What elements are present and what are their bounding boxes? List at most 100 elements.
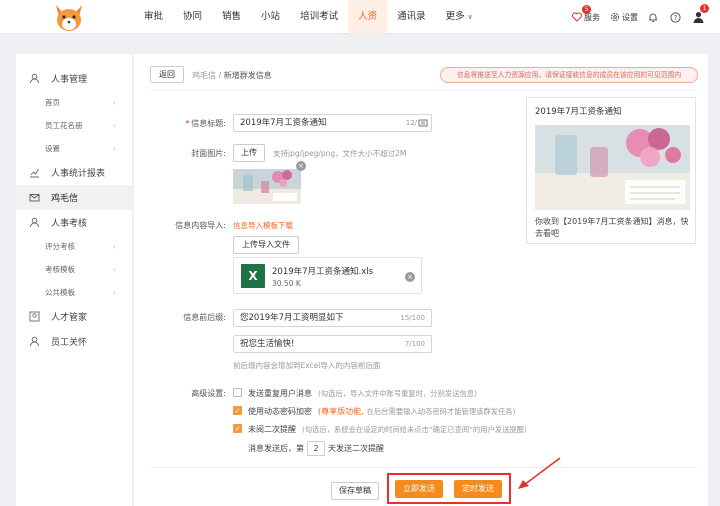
person-icon xyxy=(29,217,46,228)
schedule-send-button[interactable]: 定时发送 xyxy=(454,480,502,498)
preview-card: 2019年7月工资条通知 你收到【2019年7月工资条通知】消息，快去看吧 xyxy=(526,97,696,244)
nav-item[interactable]: 培训考试 xyxy=(290,0,348,34)
top-navbar: 审批 协同 销售 小站 培训考试 人资 通讯录 更多 ∨ 服务 5 设置 ? 1 xyxy=(0,0,720,34)
settings-button[interactable]: 设置 xyxy=(610,12,638,23)
title-label-text: 信息标题: xyxy=(191,119,226,128)
chevron-down-icon: ∨ xyxy=(467,13,473,21)
notification-button[interactable] xyxy=(648,12,660,23)
prefix-hint: 前后缀内容会增加到Excel导入的内容前后面 xyxy=(233,361,381,370)
sidebar-group-label: 人事考核 xyxy=(51,219,88,229)
sidebar-item[interactable]: 评分考核 › xyxy=(16,235,132,258)
uploaded-file-card: X 2019年7月工资条通知.xls 30.50 K × xyxy=(233,257,422,294)
mail-icon xyxy=(29,192,46,203)
save-draft-button[interactable]: 保存草稿 xyxy=(331,482,379,500)
nav-item-label: 协同 xyxy=(183,11,203,22)
settings-label: 设置 xyxy=(622,12,638,22)
sidebar: 人事管理 首页 › 员工花名册 › 设置 › 人事统计报表 鸡毛信 人事考核 评分考核 › 考核模板 › 公… xyxy=(16,54,132,506)
cover-upload-button[interactable]: 上传 xyxy=(233,144,265,162)
service-icon xyxy=(572,12,582,22)
nav-item[interactable]: 销售 xyxy=(212,0,251,34)
remove-file-icon[interactable]: × xyxy=(405,272,415,282)
title-input[interactable]: 2019年7月工资条通知 12/ xyxy=(233,114,432,132)
sidebar-group[interactable]: 人事管理 xyxy=(16,66,132,91)
file-name: 2019年7月工资条通知.xls xyxy=(272,267,374,277)
help-button[interactable]: ? xyxy=(670,11,683,23)
keyboard-icon[interactable] xyxy=(418,118,428,128)
breadcrumb-parent[interactable]: 鸡毛信 xyxy=(192,71,216,80)
prefix-input-value: 您2019年7月工资明显如下 xyxy=(240,313,344,323)
breadcrumb-current: 新增群发信息 xyxy=(223,71,272,80)
repeat-user-hint: (勾选后，导入文件中账号重复时，分别发送信息) xyxy=(318,389,477,398)
breadcrumb: 鸡毛信 / 新增群发信息 xyxy=(192,70,272,81)
sidebar-group[interactable]: 人事考核 xyxy=(16,210,132,235)
remind-suffix: 天发送二次提醒 xyxy=(328,444,384,453)
remind-days-row: 消息发送后，第 2 天发送二次提醒 xyxy=(248,441,384,456)
sidebar-item[interactable]: 首页 › xyxy=(16,91,132,114)
nav-item[interactable]: 审批 xyxy=(134,0,173,34)
remind-days-input[interactable]: 2 xyxy=(307,441,325,456)
sidebar-group[interactable]: 鸡毛信 xyxy=(16,185,132,210)
upload-file-button[interactable]: 上传导入文件 xyxy=(233,236,299,254)
nav-item[interactable]: 人资 xyxy=(348,0,388,34)
send-now-button[interactable]: 立即发送 xyxy=(395,480,443,498)
user-avatar[interactable]: 1 xyxy=(693,4,709,23)
repeat-user-option: 发送重复用户消息 (勾选后，导入文件中账号重复时，分别发送信息) xyxy=(248,388,477,399)
sidebar-item[interactable]: 设置 › xyxy=(16,137,132,160)
sidebar-item-label: 员工花名册 xyxy=(45,121,83,130)
chevron-right-icon: › xyxy=(112,121,116,130)
sidebar-group[interactable]: 人才管家 xyxy=(16,304,132,329)
cover-label: 封面图片: xyxy=(191,149,226,158)
sidebar-item[interactable]: 员工花名册 › xyxy=(16,114,132,137)
chevron-right-icon: › xyxy=(112,98,116,107)
person-icon xyxy=(29,336,46,347)
bell-icon xyxy=(649,13,657,22)
premium-feature-note[interactable]: (尊享版功能, xyxy=(318,407,364,416)
divider xyxy=(150,467,698,468)
service-button[interactable]: 服务 5 xyxy=(572,4,600,23)
red-arrow-annotation xyxy=(518,457,561,489)
main-panel: 返回 鸡毛信 / 新增群发信息 信息将推送至人力资源应用，请保证接收信息的成员在… xyxy=(134,54,708,506)
nav-item-label: 培训考试 xyxy=(300,11,339,22)
main-nav: 审批 协同 销售 小站 培训考试 人资 通讯录 更多 ∨ xyxy=(134,0,483,34)
nav-item[interactable]: 协同 xyxy=(173,0,212,34)
dynamic-password-checkbox[interactable]: ✓ xyxy=(233,406,242,415)
import-label: 信息内容导入: xyxy=(175,221,226,230)
back-button[interactable]: 返回 xyxy=(150,66,184,83)
remove-cover-icon[interactable]: × xyxy=(296,161,306,171)
sidebar-group-label: 员工关怀 xyxy=(51,338,88,348)
help-icon: ? xyxy=(670,11,681,23)
file-size: 30.50 K xyxy=(272,279,301,288)
gear-icon xyxy=(610,12,620,22)
nav-item-label: 更多 xyxy=(445,11,465,22)
dynamic-password-option: 使用动态密码加密 (尊享版功能, 在后台需要输入动态密码才能管理该群发任务) xyxy=(248,406,515,417)
service-badge: 5 xyxy=(582,4,591,14)
nav-item[interactable]: 小站 xyxy=(251,0,290,34)
nav-item[interactable]: 更多 ∨ xyxy=(436,0,483,34)
suffix-input[interactable]: 祝您生活愉快! 7/100 xyxy=(233,335,432,353)
template-download-link[interactable]: 信息导入模板下载 xyxy=(233,220,293,231)
dynamic-password-hint: 在后台需要输入动态密码才能管理该群发任务) xyxy=(366,407,516,416)
sidebar-item[interactable]: 考核模板 › xyxy=(16,258,132,281)
preview-image xyxy=(535,125,690,210)
svg-text:?: ? xyxy=(674,14,678,22)
second-reminder-checkbox[interactable]: ✓ xyxy=(233,424,242,433)
repeat-user-label: 发送重复用户消息 xyxy=(248,389,312,398)
divider xyxy=(150,90,698,91)
advanced-label: 高级设置: xyxy=(191,389,226,398)
preview-title: 2019年7月工资条通知 xyxy=(535,107,622,117)
repeat-user-checkbox[interactable] xyxy=(233,388,242,397)
suffix-count: 7/100 xyxy=(404,340,425,348)
prefix-input[interactable]: 您2019年7月工资明显如下 15/100 xyxy=(233,309,432,327)
prefix-label: 信息前后缀: xyxy=(183,313,226,322)
second-reminder-option: 未阅二次提醒 (勾选后，系统会在设定的时间给未点击“确定已查阅”的用户发送提醒) xyxy=(248,424,527,435)
sidebar-item-label: 公共模板 xyxy=(45,288,75,297)
notice-banner: 信息将推送至人力资源应用，请保证接收信息的成员在该应用的可见范围内 xyxy=(440,67,698,83)
nav-item-label: 销售 xyxy=(222,11,242,22)
chart-icon xyxy=(29,167,46,178)
nav-item-label: 小站 xyxy=(261,11,281,22)
sidebar-group[interactable]: 人事统计报表 xyxy=(16,160,132,185)
fox-logo[interactable] xyxy=(52,3,86,33)
sidebar-item[interactable]: 公共模板 › xyxy=(16,281,132,304)
nav-item[interactable]: 通讯录 xyxy=(387,0,436,34)
sidebar-group[interactable]: 员工关怀 xyxy=(16,329,132,354)
